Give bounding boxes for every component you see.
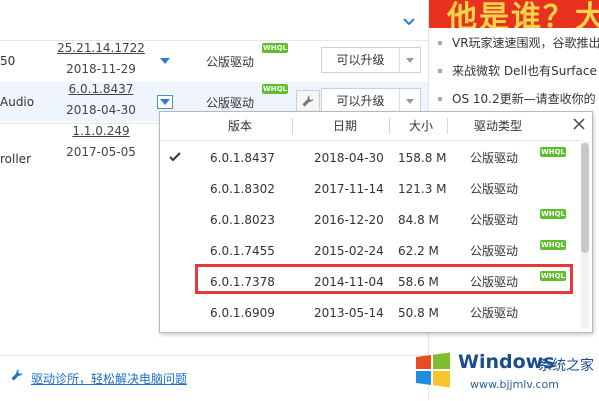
row-date: 2013-05-14 <box>314 306 384 320</box>
driver-date: 2017-05-05 <box>66 145 136 159</box>
repair-button[interactable] <box>296 90 320 112</box>
version-row[interactable]: 6.0.1.8302 2017-11-14 121.3 M 公版驱动 <box>160 172 580 206</box>
triangle-down-icon <box>160 99 170 105</box>
upgrade-label: 可以升级 <box>336 94 385 108</box>
chevron-down-icon[interactable] <box>402 17 416 27</box>
version-row[interactable]: 6.0.1.6909 2013-05-14 50.8 M 公版驱动 <box>160 296 580 330</box>
row-version: 6.0.1.8302 <box>210 182 275 196</box>
whql-badge-icon: WHQL <box>540 209 566 219</box>
scrollbar-thumb[interactable] <box>581 143 589 253</box>
upgrade-dropdown-toggle[interactable] <box>399 89 420 113</box>
popup-header: 版本 日期 大小 驱动类型 <box>160 112 580 141</box>
watermark-subtitle: 系统之家 <box>538 358 594 374</box>
bullet-icon <box>438 68 442 73</box>
banner-text: 他是谁？大 <box>447 0 599 28</box>
checkmark-icon <box>169 152 181 162</box>
news-item[interactable]: 来战微软 Dell也有Surface <box>429 58 599 84</box>
row-version: 6.0.1.7455 <box>210 244 275 258</box>
triangle-down-icon <box>160 58 170 64</box>
whql-badge-icon: WHQL <box>540 240 566 250</box>
version-history-popup: 版本 日期 大小 驱动类型 6.0.1.8437 2018-04-30 158.… <box>159 111 593 333</box>
col-header-date: 日期 <box>332 119 357 133</box>
expand-versions-button[interactable] <box>157 95 173 109</box>
driver-date: 2018-04-30 <box>66 103 136 117</box>
bullet-icon <box>438 96 442 101</box>
row-size: 50.8 M <box>398 306 439 320</box>
wrench-icon <box>11 369 23 381</box>
upgrade-dropdown-toggle[interactable] <box>399 48 420 72</box>
news-item-label: OS 10.2更新—请查收你的 <box>452 92 596 106</box>
upgrade-button[interactable]: 可以升级 <box>321 47 421 73</box>
row-date: 2017-11-14 <box>314 182 384 196</box>
promo-banner[interactable]: 他是谁？大 <box>429 0 599 28</box>
wrench-icon <box>302 95 314 107</box>
col-divider <box>292 118 293 134</box>
whql-badge-icon: WHQL <box>262 43 288 53</box>
col-divider <box>447 118 448 134</box>
row-date: 2016-12-20 <box>314 213 384 227</box>
news-item[interactable]: OS 10.2更新—请查收你的 <box>429 86 599 112</box>
col-header-size: 大小 <box>408 119 433 133</box>
windows-logo-icon <box>416 352 450 388</box>
version-row[interactable]: 6.0.1.7455 2015-02-24 62.2 M 公版驱动 WHQL <box>160 234 580 268</box>
row-type: 公版驱动 <box>470 182 519 196</box>
footer: 驱动诊所，轻松解决电脑问题 <box>0 355 428 401</box>
driver-version-link[interactable]: 1.1.0.249 <box>50 124 152 138</box>
row-version: 6.0.1.8023 <box>210 213 275 227</box>
scrollbar[interactable] <box>581 141 589 329</box>
upgrade-label: 可以升级 <box>336 53 385 67</box>
row-type: 公版驱动 <box>470 151 519 165</box>
close-icon[interactable] <box>570 115 588 133</box>
whql-badge-icon: WHQL <box>262 84 288 94</box>
col-header-version: 版本 <box>227 119 252 133</box>
expand-versions-button[interactable] <box>157 54 173 68</box>
news-item-label: VR玩家速速围观，谷歌推出 <box>452 36 599 50</box>
driver-date: 2018-11-29 <box>66 62 136 76</box>
col-divider <box>389 118 390 134</box>
highlight-box <box>195 264 573 294</box>
driver-name: roller <box>0 152 31 166</box>
row-version: 6.0.1.8437 <box>210 151 275 165</box>
version-row[interactable]: 6.0.1.8437 2018-04-30 158.8 M 公版驱动 WHQL <box>160 141 580 175</box>
row-size: 84.8 M <box>398 213 439 227</box>
whql-badge-icon: WHQL <box>540 147 566 157</box>
driver-type: 公版驱动 <box>206 55 255 69</box>
row-date: 2018-04-30 <box>314 151 384 165</box>
row-size: 158.8 M <box>398 151 447 165</box>
triangle-down-icon <box>406 57 414 63</box>
driver-name: 50 <box>0 54 16 68</box>
version-row[interactable]: 6.0.1.8023 2016-12-20 84.8 M 公版驱动 WHQL <box>160 203 580 237</box>
driver-clinic-link[interactable]: 驱动诊所，轻松解决电脑问题 <box>31 370 187 387</box>
row-type: 公版驱动 <box>470 244 519 258</box>
driver-version-link[interactable]: 6.0.1.8437 <box>50 82 152 96</box>
row-date: 2015-02-24 <box>314 244 384 258</box>
news-item-label: 来战微软 Dell也有Surface <box>452 64 597 78</box>
driver-row[interactable]: 50 25.21.14.1722 2018-11-29 公版驱动 WHQL 可以… <box>0 41 428 81</box>
row-version: 6.0.1.6909 <box>210 306 275 320</box>
bullet-icon <box>438 40 442 45</box>
driver-type: 公版驱动 <box>206 96 255 110</box>
row-size: 121.3 M <box>398 182 447 196</box>
watermark: Windows 系统之家 www.bjjmlv.com <box>410 345 599 400</box>
news-item[interactable]: VR玩家速速围观，谷歌推出 <box>429 30 599 56</box>
row-size: 62.2 M <box>398 244 439 258</box>
driver-name: Audio <box>0 95 35 109</box>
driver-version-link[interactable]: 25.21.14.1722 <box>50 41 152 55</box>
row-type: 公版驱动 <box>470 213 519 227</box>
col-header-type: 驱动类型 <box>473 119 522 133</box>
watermark-url: www.bjjmlv.com <box>470 378 559 391</box>
row-type: 公版驱动 <box>470 306 519 320</box>
triangle-down-icon <box>406 98 414 104</box>
